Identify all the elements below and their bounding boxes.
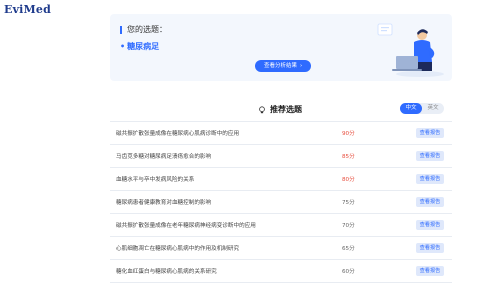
language-toggle[interactable]: 中文 英文 — [400, 103, 444, 114]
table-row: 磁共振扩散张量成像在老年糖尿病神经病变诊断中的应用 70分 查看报告 — [110, 214, 452, 237]
row-score: 60分 — [342, 269, 355, 275]
evimed-logo[interactable]: EviMed — [4, 3, 51, 16]
row-score: 75分 — [342, 200, 355, 206]
bulb-icon — [259, 105, 265, 113]
view-analysis-button[interactable]: 查看分析结果 › — [255, 60, 312, 72]
row-score: 85分 — [342, 154, 355, 160]
row-title: 马齿苋多糖对糖尿病足溃疡愈合的影响 — [116, 154, 212, 160]
view-report-button[interactable]: 查看报告 — [416, 128, 444, 138]
recommend-title: 推荐选题 — [258, 104, 302, 115]
table-row: 心肌细胞凋亡在糖尿病心肌病中的作用及机制研究 65分 查看报告 — [110, 237, 452, 260]
lang-chinese-option[interactable]: 中文 — [400, 103, 422, 114]
row-score: 90分 — [342, 131, 355, 137]
view-report-button[interactable]: 查看报告 — [416, 151, 444, 161]
heading-accent-bar — [120, 25, 122, 34]
table-row: 糖尿病患者健康教育对血糖控制的影响 75分 查看报告 — [110, 191, 452, 214]
topic-heading: 您的选题： — [120, 24, 167, 35]
view-report-button[interactable]: 查看报告 — [416, 266, 444, 276]
view-report-button[interactable]: 查看报告 — [416, 174, 444, 184]
view-analysis-label: 查看分析结果 — [264, 63, 298, 69]
chevron-right-icon: › — [300, 63, 303, 69]
view-report-button[interactable]: 查看报告 — [416, 220, 444, 230]
recommend-table: 磁共振扩散张量成像在糖尿病心肌病诊断中的应用 90分 查看报告 马齿苋多糖对糖尿… — [110, 121, 452, 283]
recommend-title-label: 推荐选题 — [270, 105, 302, 114]
row-score: 80分 — [342, 177, 355, 183]
topic-card: 您的选题： 糖尿病足 查看分析结果 › — [110, 14, 452, 81]
view-report-button[interactable]: 查看报告 — [416, 243, 444, 253]
view-report-button[interactable]: 查看报告 — [416, 197, 444, 207]
selected-topic: 糖尿病足 — [120, 41, 159, 52]
row-title: 心肌细胞凋亡在糖尿病心肌病中的作用及机制研究 — [116, 246, 240, 252]
topic-heading-label: 您的选题： — [127, 25, 167, 34]
table-row: 血糖水平与卒中发病风险的关系 80分 查看报告 — [110, 168, 452, 191]
table-row: 磁共振扩散张量成像在糖尿病心肌病诊断中的应用 90分 查看报告 — [110, 122, 452, 145]
row-title: 糖尿病患者健康教育对血糖控制的影响 — [116, 200, 212, 206]
person-laptop-illustration — [377, 23, 444, 77]
table-row: 糖化血红蛋白与糖尿病心肌病的关系研究 60分 查看报告 — [110, 260, 452, 283]
row-title: 糖化血红蛋白与糖尿病心肌病的关系研究 — [116, 269, 217, 275]
table-row: 马齿苋多糖对糖尿病足溃疡愈合的影响 85分 查看报告 — [110, 145, 452, 168]
row-title: 磁共振扩散张量成像在糖尿病心肌病诊断中的应用 — [116, 131, 240, 137]
row-title: 血糖水平与卒中发病风险的关系 — [116, 177, 195, 183]
recommend-header: 推荐选题 中文 英文 — [110, 100, 452, 118]
lang-english-option[interactable]: 英文 — [422, 103, 444, 114]
row-score: 70分 — [342, 223, 355, 229]
row-score: 65分 — [342, 246, 355, 252]
row-title: 磁共振扩散张量成像在老年糖尿病神经病变诊断中的应用 — [116, 223, 256, 229]
